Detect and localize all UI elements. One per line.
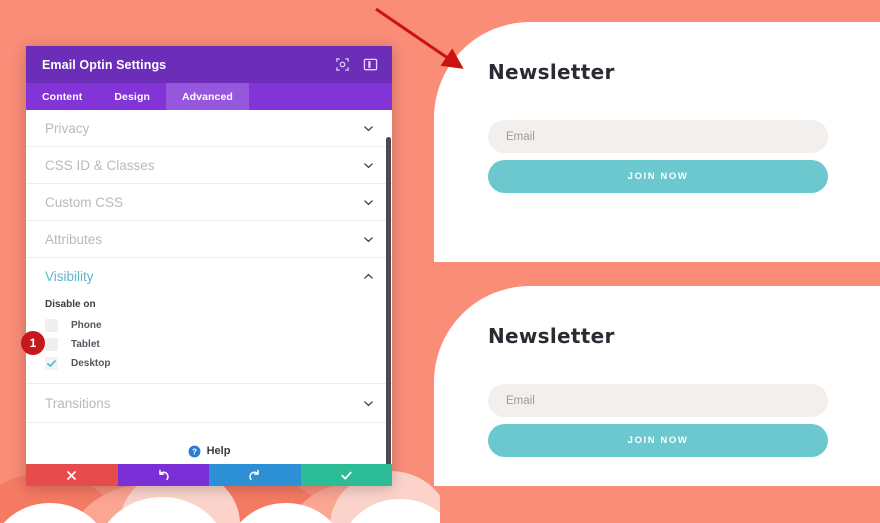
email-input[interactable]: Email	[488, 120, 828, 153]
step-badge-1: 1	[21, 331, 45, 355]
chevron-down-icon	[364, 125, 373, 131]
section-label: Transitions	[45, 395, 111, 411]
tab-design[interactable]: Design	[98, 83, 166, 110]
checkbox-row-phone[interactable]: Phone	[45, 316, 373, 335]
undo-icon	[158, 469, 169, 480]
visibility-panel: Disable on Phone Tablet Desktop	[26, 294, 392, 384]
modal-footer	[26, 464, 392, 486]
join-now-button[interactable]: JOIN NOW	[488, 160, 828, 193]
checkbox-label: Desktop	[71, 358, 111, 369]
modal-body: Privacy CSS ID & Classes Custom CSS Attr…	[26, 110, 392, 464]
modal-header: Email Optin Settings	[26, 46, 392, 83]
redo-button[interactable]	[209, 464, 301, 486]
help-label: Help	[206, 445, 231, 457]
chevron-up-icon	[364, 273, 373, 279]
checkbox-label: Tablet	[71, 339, 100, 350]
redo-icon	[249, 469, 260, 480]
expand-icon[interactable]	[335, 57, 350, 72]
section-css-id-classes[interactable]: CSS ID & Classes	[26, 147, 392, 184]
chevron-down-icon	[364, 236, 373, 242]
card-title: Newsletter	[488, 60, 615, 84]
check-icon	[341, 471, 352, 480]
chevron-down-icon	[364, 162, 373, 168]
section-attributes[interactable]: Attributes	[26, 221, 392, 258]
email-optin-settings-modal: Email Optin Settings Content Design Adva…	[26, 46, 392, 486]
help-link[interactable]: ? Help	[26, 423, 392, 464]
join-now-label: JOIN NOW	[627, 171, 689, 182]
section-label: Custom CSS	[45, 194, 124, 210]
section-label: Visibility	[45, 268, 94, 284]
section-transitions[interactable]: Transitions	[26, 384, 392, 423]
checkbox-desktop[interactable]	[45, 357, 58, 370]
join-now-label: JOIN NOW	[627, 435, 689, 446]
close-icon	[67, 470, 77, 480]
modal-tabs: Content Design Advanced	[26, 83, 392, 110]
tab-content[interactable]: Content	[26, 83, 98, 110]
chevron-down-icon	[364, 400, 373, 406]
layout-toggle-icon[interactable]	[363, 57, 378, 72]
checkbox-label: Phone	[71, 320, 102, 331]
checkbox-phone[interactable]	[45, 319, 58, 332]
undo-button[interactable]	[117, 464, 209, 486]
section-visibility[interactable]: Visibility	[26, 258, 392, 294]
modal-scrollbar-thumb[interactable]	[386, 137, 391, 464]
check-icon	[47, 360, 56, 367]
section-label: Attributes	[45, 231, 103, 247]
email-input[interactable]: Email	[488, 384, 828, 417]
help-icon: ?	[188, 445, 201, 457]
email-placeholder: Email	[506, 130, 535, 143]
save-button[interactable]	[300, 464, 392, 486]
newsletter-card-1: Newsletter Email JOIN NOW	[434, 22, 880, 262]
modal-title: Email Optin Settings	[42, 57, 167, 72]
svg-text:?: ?	[192, 447, 197, 456]
section-label: CSS ID & Classes	[45, 157, 155, 173]
tab-advanced[interactable]: Advanced	[165, 83, 249, 110]
modal-scrollbar-track[interactable]	[380, 110, 392, 464]
chevron-down-icon	[364, 199, 373, 205]
newsletter-card-2: Newsletter Email JOIN NOW	[434, 286, 880, 486]
checkbox-tablet[interactable]	[45, 338, 58, 351]
join-now-button[interactable]: JOIN NOW	[488, 424, 828, 457]
section-custom-css[interactable]: Custom CSS	[26, 184, 392, 221]
section-label: Privacy	[45, 120, 90, 136]
checkbox-row-tablet[interactable]: Tablet	[45, 335, 373, 354]
checkbox-row-desktop[interactable]: Desktop	[45, 354, 373, 373]
email-placeholder: Email	[506, 394, 535, 407]
card-title: Newsletter	[488, 324, 615, 348]
disable-on-label: Disable on	[45, 299, 96, 310]
section-privacy[interactable]: Privacy	[26, 110, 392, 147]
cancel-button[interactable]	[26, 464, 118, 486]
